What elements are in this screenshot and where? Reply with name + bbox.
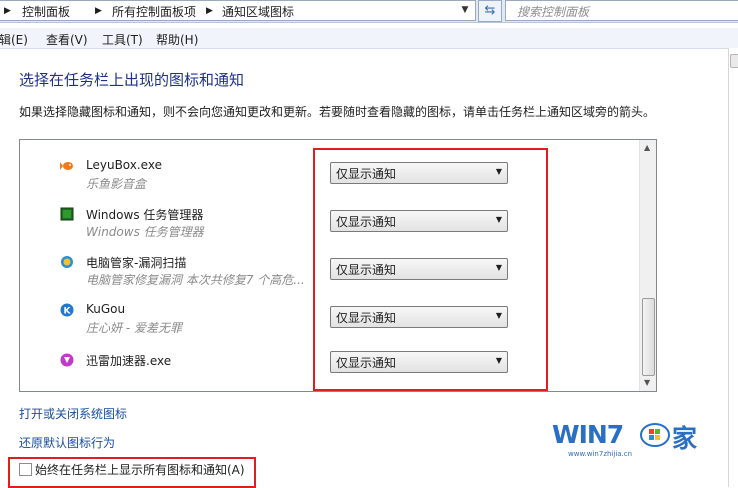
refresh-button[interactable]: ⇆ — [478, 0, 502, 22]
list-item-subtitle: 电脑管家修复漏洞 本次共修复7 个高危... — [86, 273, 305, 287]
breadcrumb-separator-icon: ▶ — [206, 6, 213, 16]
page-description: 如果选择隐藏图标和通知，则不会向您通知更改和更新。若要随时查看隐藏的图标，请单击… — [19, 105, 656, 119]
watermark-char: 家 — [672, 424, 698, 453]
list-item-name: Windows 任务管理器 — [86, 208, 204, 222]
breadcrumb-all-items[interactable]: 所有控制面板项 — [112, 3, 196, 20]
breadcrumb-control-panel[interactable]: 控制面板 — [22, 3, 70, 20]
address-bar[interactable]: ▶ 控制面板 ▶ 所有控制面板项 ▶ 通知区域图标 ▼ — [0, 0, 476, 21]
window-scrollbar[interactable] — [728, 48, 738, 487]
search-input[interactable]: 搜索控制面板 — [505, 0, 738, 21]
task-manager-icon — [60, 207, 74, 221]
system-icons-link[interactable]: 打开或关闭系统图标 — [19, 405, 127, 422]
list-scrollbar-thumb[interactable] — [642, 298, 655, 376]
windows-logo-icon — [640, 423, 670, 447]
menu-edit[interactable]: 辑(E) — [0, 31, 28, 48]
restore-default-link[interactable]: 还原默认图标行为 — [19, 434, 115, 451]
list-item-name: KuGou — [86, 302, 126, 316]
menu-bar: 辑(E) 查看(V) 工具(T) 帮助(H) — [0, 28, 738, 49]
breadcrumb-separator-icon: ▶ — [4, 6, 11, 16]
highlight-box-selects — [313, 148, 548, 391]
search-placeholder: 搜索控制面板 — [517, 5, 590, 19]
list-item-name: LeyuBox.exe — [86, 158, 162, 172]
menu-tools[interactable]: 工具(T) — [102, 31, 143, 48]
watermark-brand: WIN7 — [552, 420, 624, 449]
menu-help[interactable]: 帮助(H) — [156, 31, 198, 48]
page-title: 选择在任务栏上出现的图标和通知 — [19, 71, 245, 89]
kugou-icon: K — [60, 303, 74, 317]
pc-manager-icon — [61, 256, 73, 268]
window-scrollbar-thumb[interactable] — [730, 54, 738, 68]
scroll-up-icon[interactable]: ▲ — [644, 143, 650, 152]
watermark: WIN7 家 www.win7zhijia.cn — [552, 420, 702, 460]
address-dropdown-icon[interactable]: ▼ — [456, 1, 474, 20]
list-item-name: 电脑管家-漏洞扫描 — [86, 256, 187, 270]
refresh-icon: ⇆ — [484, 3, 496, 18]
list-item-subtitle: 乐鱼影音盒 — [86, 177, 147, 191]
scroll-down-icon[interactable]: ▼ — [644, 378, 650, 387]
breadcrumb-notification-icons[interactable]: 通知区域图标 — [222, 3, 294, 20]
highlight-box-checkbox — [8, 457, 256, 488]
svg-text:K: K — [64, 307, 72, 317]
leyubox-fish-icon — [60, 162, 73, 170]
watermark-url: www.win7zhijia.cn — [568, 450, 633, 458]
list-scrollbar[interactable]: ▲ ▼ — [639, 140, 656, 391]
address-bar-strip: ▶ 控制面板 ▶ 所有控制面板项 ▶ 通知区域图标 ▼ ⇆ 搜索控制面板 — [0, 0, 738, 23]
clipped-previous-item: ··· — [86, 140, 97, 145]
list-item-subtitle: 庄心妍 - 爱差无罪 — [86, 321, 182, 335]
list-item-name: 迅雷加速器.exe — [86, 354, 172, 368]
menu-view[interactable]: 查看(V) — [46, 31, 88, 48]
xunlei-icon — [60, 353, 74, 367]
list-item-subtitle: Windows 任务管理器 — [86, 225, 204, 239]
breadcrumb-separator-icon: ▶ — [95, 6, 102, 16]
